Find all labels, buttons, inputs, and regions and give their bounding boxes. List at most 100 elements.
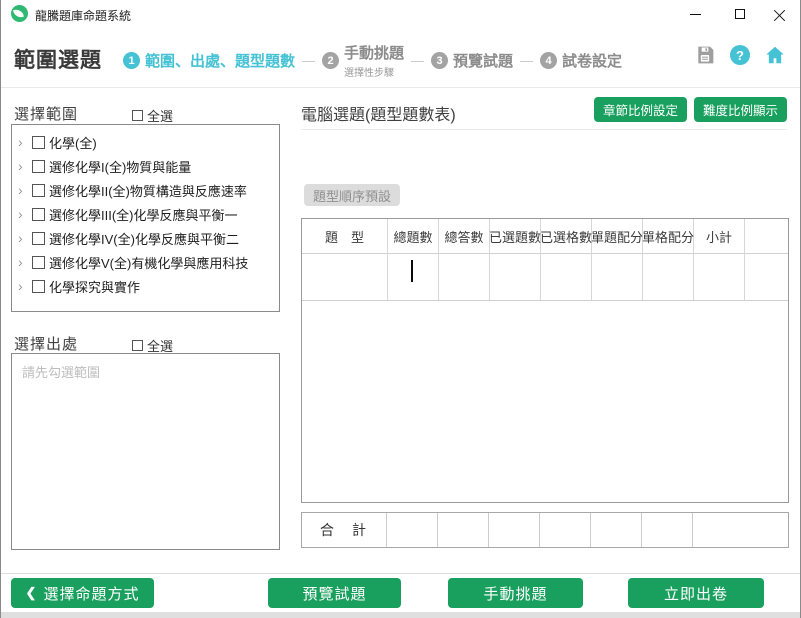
total-cell: [642, 513, 693, 547]
checkbox-icon[interactable]: [132, 340, 143, 351]
col-header-subtotal: 小計: [694, 219, 745, 254]
range-tree: 化學(全) 選修化學I(全)物質與能量 選修化學II(全)物質構造與反應速率 選…: [11, 124, 280, 312]
cell-type[interactable]: [302, 254, 388, 301]
checkbox-icon[interactable]: [32, 208, 45, 221]
source-section-title: 選擇出處: [14, 333, 78, 354]
page-title: 範圍選題: [14, 44, 102, 74]
cell-subtotal[interactable]: [694, 254, 745, 301]
checkbox-icon[interactable]: [132, 110, 143, 121]
tree-item-chem-all[interactable]: 化學(全): [18, 130, 279, 154]
preview-questions-button[interactable]: 預覽試題: [268, 578, 401, 608]
col-header-empty: [745, 219, 788, 254]
table-header-row: 題 型 總題數 總答數 已選題數 已選格數 單題配分 單格配分 小計: [302, 219, 788, 254]
range-select-all-label: 全選: [147, 106, 173, 125]
step-4-badge: 4: [540, 52, 557, 69]
step-separator: [302, 53, 315, 68]
tree-item-chem-3[interactable]: 選修化學III(全)化學反應與平衡一: [18, 202, 279, 226]
tree-item-label: 化學(全): [49, 133, 97, 152]
chevron-right-icon[interactable]: [18, 183, 32, 197]
tree-item-label: 選修化學II(全)物質構造與反應速率: [49, 181, 247, 200]
step-2-sublabel: 選擇性步驟: [344, 64, 404, 79]
step-3-badge: 3: [431, 52, 448, 69]
step-3-label: 預覽試題: [453, 50, 513, 71]
tree-item-chem-1[interactable]: 選修化學I(全)物質與能量: [18, 154, 279, 178]
chevron-right-icon[interactable]: [18, 231, 32, 245]
cell-selected-blanks[interactable]: [541, 254, 592, 301]
step-3[interactable]: 3 預覽試題: [431, 50, 513, 71]
tree-item-label: 選修化學V(全)有機化學與應用科技: [49, 253, 248, 272]
back-to-method-button[interactable]: 選擇命題方式: [11, 578, 154, 608]
back-button-label: 選擇命題方式: [43, 583, 139, 604]
tree-item-chem-4[interactable]: 選修化學IV(全)化學反應與平衡二: [18, 226, 279, 250]
preview-button-label: 預覽試題: [302, 583, 366, 604]
app-window: 龍騰題庫命題系統 範圍選題 1 範圍、出處、題型題數 2 手動挑題 選擇性步驟 …: [0, 0, 801, 618]
tree-item-chem-5[interactable]: 選修化學V(全)有機化學與應用科技: [18, 250, 279, 274]
tree-item-label: 選修化學IV(全)化學反應與平衡二: [49, 229, 239, 248]
page-header: 範圍選題 1 範圍、出處、題型題數 2 手動挑題 選擇性步驟 3 預覽試題 4: [1, 28, 800, 88]
home-button[interactable]: [764, 44, 786, 66]
step-2-label: 手動挑題: [344, 42, 404, 63]
chevron-right-icon[interactable]: [18, 255, 32, 269]
cell-total-questions[interactable]: [388, 254, 439, 301]
total-cell: [489, 513, 540, 547]
source-list[interactable]: 請先勾選範圍: [11, 353, 280, 550]
checkbox-icon[interactable]: [32, 232, 45, 245]
checkbox-icon[interactable]: [32, 256, 45, 269]
step-2-badge: 2: [322, 52, 339, 69]
col-header-type: 題 型: [302, 219, 388, 254]
computer-selection-title: 電腦選題(題型題數表): [301, 101, 456, 125]
total-cell: [591, 513, 642, 547]
step-4[interactable]: 4 試卷設定: [540, 50, 622, 71]
checkbox-icon[interactable]: [32, 136, 45, 149]
maximize-button[interactable]: [725, 0, 755, 28]
chevron-right-icon[interactable]: [18, 207, 32, 221]
footer-divider: [1, 573, 800, 574]
cell-points-per-question[interactable]: [592, 254, 643, 301]
text-cursor: [411, 260, 413, 282]
checkbox-icon[interactable]: [32, 184, 45, 197]
table-row[interactable]: [302, 254, 788, 301]
checkbox-icon[interactable]: [32, 160, 45, 173]
difficulty-ratio-button[interactable]: 難度比例顯示: [694, 97, 787, 122]
help-icon: [730, 45, 750, 65]
cell-total-answers[interactable]: [439, 254, 490, 301]
window-bottom-edge: [1, 612, 800, 618]
maximize-icon: [735, 9, 745, 19]
minimize-button[interactable]: [680, 0, 710, 28]
step-1-label: 範圍、出處、題型題數: [145, 50, 295, 71]
type-order-preset-chip[interactable]: 題型順序預設: [304, 184, 400, 206]
total-cell: [438, 513, 489, 547]
chevron-right-icon[interactable]: [18, 135, 32, 149]
cell-points-per-blank[interactable]: [643, 254, 694, 301]
step-2[interactable]: 2 手動挑題 選擇性步驟: [322, 42, 404, 79]
range-section-title: 選擇範圍: [14, 103, 78, 124]
chevron-right-icon[interactable]: [18, 159, 32, 173]
help-button[interactable]: [729, 44, 751, 66]
tree-item-chem-2[interactable]: 選修化學II(全)物質構造與反應速率: [18, 178, 279, 202]
tree-item-label: 選修化學I(全)物質與能量: [49, 157, 191, 176]
col-header-selected-questions: 已選題數: [490, 219, 541, 254]
col-header-points-per-blank: 單格配分: [643, 219, 694, 254]
chevron-right-icon[interactable]: [18, 279, 32, 293]
home-icon: [764, 44, 786, 66]
generate-button-label: 立即出卷: [664, 583, 728, 604]
chapter-ratio-button[interactable]: 章節比例設定: [594, 97, 687, 122]
title-bar: 龍騰題庫命題系統: [1, 0, 800, 28]
cell-empty: [745, 254, 788, 301]
col-header-total-answers: 總答數: [439, 219, 490, 254]
close-button[interactable]: [765, 0, 795, 28]
stepper: 1 範圍、出處、題型題數 2 手動挑題 選擇性步驟 3 預覽試題 4 試卷設定: [123, 42, 622, 79]
total-cell: [693, 513, 788, 547]
tree-item-chem-inquiry[interactable]: 化學探究與實作: [18, 274, 279, 298]
total-label: 合 計: [302, 513, 387, 547]
cell-selected-questions[interactable]: [490, 254, 541, 301]
step-1[interactable]: 1 範圍、出處、題型題數: [123, 50, 295, 71]
question-type-table: 題 型 總題數 總答數 已選題數 已選格數 單題配分 單格配分 小計: [301, 218, 789, 503]
step-1-badge: 1: [123, 52, 140, 69]
range-select-all[interactable]: 全選: [132, 106, 173, 125]
generate-paper-button[interactable]: 立即出卷: [628, 578, 764, 608]
source-placeholder: 請先勾選範圍: [22, 362, 269, 381]
save-button[interactable]: [694, 44, 716, 66]
checkbox-icon[interactable]: [32, 280, 45, 293]
manual-pick-button[interactable]: 手動挑題: [448, 578, 583, 608]
